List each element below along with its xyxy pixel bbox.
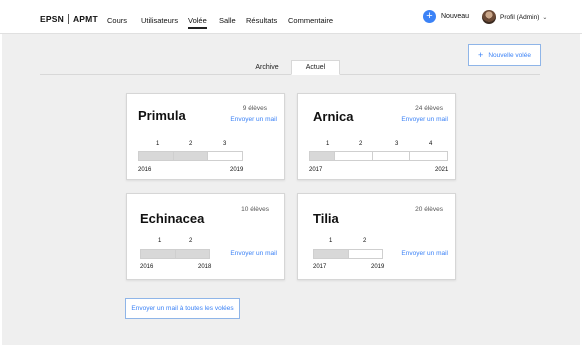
progress-segment	[175, 250, 209, 258]
student-count: 10 élèves	[241, 206, 269, 213]
progress-bar	[313, 249, 383, 259]
send-mail-link[interactable]: Envoyer un mail	[401, 250, 448, 257]
progress-segment	[314, 250, 349, 258]
nav-item-resultats[interactable]: Résultats	[246, 16, 277, 25]
year-number: 4	[429, 141, 433, 147]
profile-label: Profil (Admin)	[500, 13, 540, 21]
year-number: 1	[326, 141, 330, 147]
profile-menu[interactable]: Profil (Admin) ⌄	[482, 10, 547, 24]
volee-name: Arnica	[313, 109, 354, 124]
progress-bar	[309, 151, 448, 161]
end-year: 2021	[435, 167, 449, 173]
brand-left: EPSN	[40, 14, 64, 24]
nouveau-button[interactable]: + Nouveau	[423, 10, 469, 23]
plus-icon: +	[478, 50, 484, 60]
new-volee-label: Nouvelle volée	[488, 51, 531, 59]
year-number: 1	[156, 141, 160, 147]
nav-item-commentaire[interactable]: Commentaire	[288, 16, 333, 25]
progress-segment	[173, 152, 209, 160]
tab-archive[interactable]: Archive	[243, 60, 291, 75]
brand-right: APMT	[72, 14, 98, 24]
volee-card-echinacea[interactable]: Echinacea 10 élèves 1 2 Envoyer un mail …	[126, 193, 285, 280]
student-count: 9 élèves	[242, 105, 267, 112]
end-year: 2019	[230, 167, 244, 173]
mail-all-volees-button[interactable]: Envoyer un mail à toutes les volées	[125, 298, 240, 319]
chevron-down-icon: ⌄	[542, 14, 548, 21]
nouveau-label: Nouveau	[441, 13, 470, 20]
volee-name: Tilia	[313, 211, 339, 226]
start-year: 2017	[313, 264, 327, 270]
nav-item-utilisateurs[interactable]: Utilisateurs	[141, 16, 178, 25]
nav-item-cours[interactable]: Cours	[107, 16, 127, 25]
volee-name: Primula	[138, 108, 186, 123]
avatar	[482, 10, 496, 24]
progress-segment	[141, 250, 176, 258]
volee-card-tilia[interactable]: Tilia 20 élèves 1 2 Envoyer un mail 2017…	[297, 193, 456, 280]
tab-actuel[interactable]: Actuel	[291, 60, 340, 75]
year-number: 3	[223, 141, 227, 147]
progress-bar	[140, 249, 210, 259]
student-count: 24 élèves	[415, 105, 443, 112]
progress-segment	[373, 152, 411, 160]
end-year: 2018	[198, 264, 212, 270]
end-year: 2019	[371, 264, 385, 270]
send-mail-link[interactable]: Envoyer un mail	[401, 116, 448, 123]
main-content	[2, 34, 580, 345]
start-year: 2017	[309, 167, 323, 173]
plus-icon: +	[423, 10, 436, 23]
progress-segment	[335, 152, 373, 160]
volee-name: Echinacea	[140, 211, 205, 226]
year-number: 1	[158, 238, 162, 244]
nav-item-salle[interactable]: Salle	[219, 16, 236, 25]
student-count: 20 élèves	[415, 206, 443, 213]
volee-card-arnica[interactable]: Arnica 24 élèves Envoyer un mail 1 2 3 4…	[297, 93, 456, 180]
start-year: 2016	[138, 167, 152, 173]
year-number: 1	[329, 238, 333, 244]
brand-separator	[67, 14, 69, 24]
progress-segment	[208, 152, 242, 160]
progress-bar	[138, 151, 243, 161]
progress-segment	[410, 152, 447, 160]
send-mail-link[interactable]: Envoyer un mail	[230, 116, 277, 123]
progress-segment	[310, 152, 335, 160]
year-number: 2	[363, 238, 367, 244]
progress-segment	[349, 250, 383, 258]
start-year: 2016	[140, 264, 154, 270]
volee-card-primula[interactable]: Primula 9 élèves Envoyer un mail 1 2 3 2…	[126, 93, 285, 180]
progress-segment	[139, 152, 174, 160]
year-number: 2	[189, 141, 193, 147]
brand-logo[interactable]: EPSN APMT	[40, 14, 98, 24]
year-number: 3	[395, 141, 399, 147]
year-number: 2	[189, 238, 193, 244]
nav-item-volee[interactable]: Volée	[188, 16, 207, 29]
new-volee-button[interactable]: + Nouvelle volée	[468, 44, 541, 66]
send-mail-link[interactable]: Envoyer un mail	[230, 250, 277, 257]
year-number: 2	[359, 141, 363, 147]
top-navigation-bar: EPSN APMT Cours Utilisateurs Volée Salle…	[0, 0, 582, 34]
